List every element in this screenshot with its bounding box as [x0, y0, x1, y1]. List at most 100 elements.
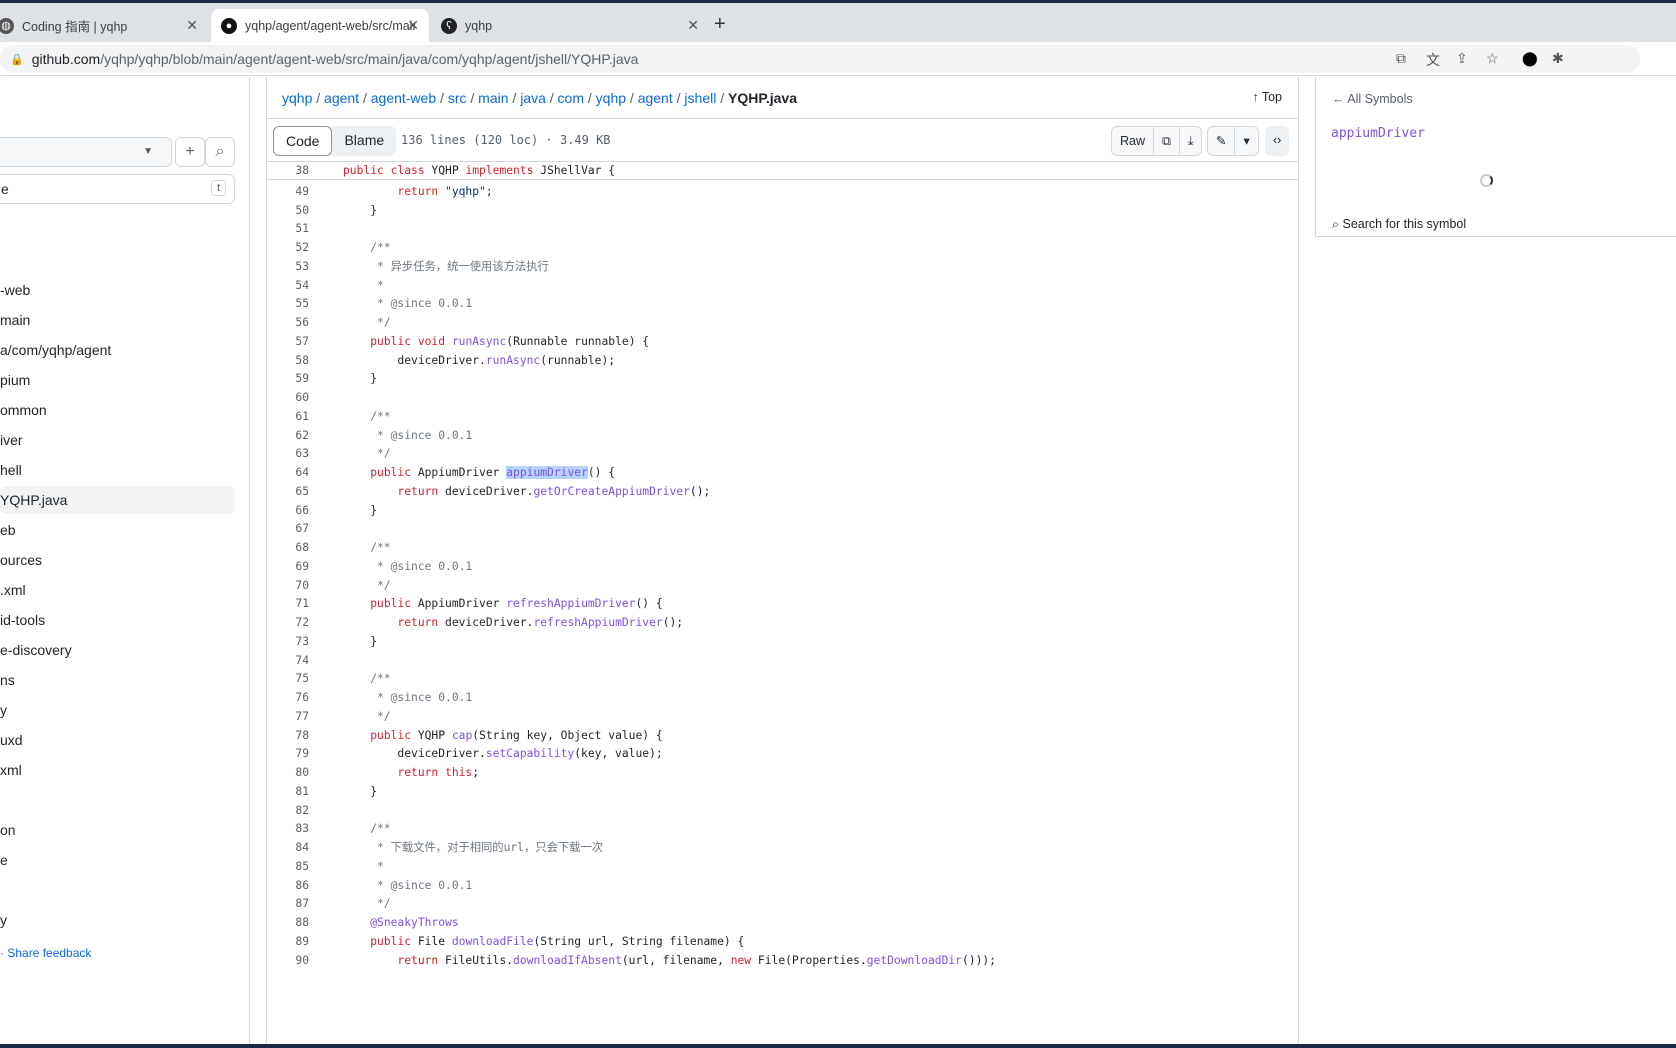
add-file-button[interactable]: +	[175, 137, 205, 167]
breadcrumb-link[interactable]: yqhp	[282, 90, 312, 106]
tree-item[interactable]: main	[0, 306, 235, 334]
close-tab-icon[interactable]: ✕	[407, 17, 419, 34]
branch-selector[interactable]: ▼	[0, 137, 172, 167]
extension-circle-icon[interactable]: ⬤	[1522, 50, 1538, 67]
line-number[interactable]: 72	[267, 614, 309, 633]
code-line[interactable]: 67	[267, 520, 1298, 539]
url-field[interactable]: 🔒 github.com/yqhp/yqhp/blob/main/agent/ag…	[0, 45, 1640, 73]
go-to-file-input[interactable]: et	[0, 174, 235, 204]
code-line[interactable]: 87 */	[267, 895, 1298, 914]
line-number[interactable]: 78	[267, 727, 309, 746]
line-number[interactable]: 49	[267, 183, 309, 202]
code-line[interactable]: 72 return deviceDriver.refreshAppiumDriv…	[267, 614, 1298, 633]
line-number[interactable]: 59	[267, 370, 309, 389]
line-number[interactable]: 87	[267, 895, 309, 914]
line-number[interactable]: 89	[267, 933, 309, 952]
code-line[interactable]: 82	[267, 802, 1298, 821]
tree-item[interactable]: y	[0, 696, 235, 724]
code-line[interactable]: 70 */	[267, 577, 1298, 596]
line-number[interactable]: 69	[267, 558, 309, 577]
code-line[interactable]: 61 /**	[267, 408, 1298, 427]
code-line[interactable]: 51	[267, 220, 1298, 239]
sticky-line[interactable]: 38 public class YQHP implements JShellVar…	[267, 161, 1298, 180]
line-number[interactable]: 76	[267, 689, 309, 708]
star-icon[interactable]: ☆	[1486, 50, 1499, 67]
breadcrumb-link[interactable]: src	[448, 90, 467, 106]
line-number[interactable]: 62	[267, 427, 309, 446]
tree-item[interactable]: ns	[0, 666, 235, 694]
line-number[interactable]: 81	[267, 783, 309, 802]
code-line[interactable]: 50 }	[267, 202, 1298, 221]
code-line[interactable]: 59 }	[267, 370, 1298, 389]
line-number[interactable]: 83	[267, 820, 309, 839]
tree-item[interactable]: uxd	[0, 726, 235, 754]
tree-item[interactable]: .xml	[0, 576, 235, 604]
breadcrumb-link[interactable]: com	[558, 90, 584, 106]
breadcrumb-link[interactable]: java	[520, 90, 546, 106]
close-tab-icon[interactable]: ✕	[186, 17, 198, 34]
code-line[interactable]: 49 return "yqhp";	[267, 183, 1298, 202]
line-number[interactable]: 53	[267, 258, 309, 277]
line-number[interactable]: 65	[267, 483, 309, 502]
tab-code[interactable]: Code	[273, 126, 333, 156]
code-line[interactable]: 53 * 异步任务，统一使用该方法执行	[267, 258, 1298, 277]
tree-item[interactable]	[0, 876, 235, 904]
code-line[interactable]: 81 }	[267, 783, 1298, 802]
code-line[interactable]: 80 return this;	[267, 764, 1298, 783]
puzzle-icon[interactable]: ✱	[1552, 50, 1564, 67]
line-number[interactable]: 56	[267, 314, 309, 333]
tree-item[interactable]: eb	[0, 516, 235, 544]
copy-icon[interactable]: ⧉	[1154, 127, 1180, 155]
line-number[interactable]: 52	[267, 239, 309, 258]
tree-item[interactable]: YQHP.java	[0, 486, 235, 514]
code-line[interactable]: 75 /**	[267, 670, 1298, 689]
code-line[interactable]: 76 * @since 0.0.1	[267, 689, 1298, 708]
line-number[interactable]: 85	[267, 858, 309, 877]
code-line[interactable]: 86 * @since 0.0.1	[267, 877, 1298, 896]
translate-icon[interactable]: 文	[1426, 50, 1440, 70]
raw-button[interactable]: Raw	[1112, 127, 1155, 155]
code-line[interactable]: 74	[267, 652, 1298, 671]
code-line[interactable]: 68 /**	[267, 539, 1298, 558]
line-number[interactable]: 80	[267, 764, 309, 783]
share-feedback-link[interactable]: · Share feedback	[0, 946, 91, 960]
code-line[interactable]: 58 deviceDriver.runAsync(runnable);	[267, 352, 1298, 371]
code-line[interactable]: 69 * @since 0.0.1	[267, 558, 1298, 577]
line-number[interactable]: 55	[267, 295, 309, 314]
browser-tab-active[interactable]: ●yqhp/agent/agent-web/src/main/java✕	[211, 9, 429, 42]
code-line[interactable]: 54 *	[267, 277, 1298, 296]
tree-item[interactable]: -web	[0, 276, 235, 304]
line-number[interactable]: 50	[267, 202, 309, 221]
search-button[interactable]: ⌕	[205, 137, 235, 167]
line-number[interactable]: 64	[267, 464, 309, 483]
breadcrumb-link[interactable]: yqhp	[596, 90, 626, 106]
code-line[interactable]: 84 * 下载文件，对于相同的url，只会下载一次	[267, 839, 1298, 858]
tree-item[interactable]: hell	[0, 456, 235, 484]
line-number[interactable]: 61	[267, 408, 309, 427]
line-number[interactable]: 75	[267, 670, 309, 689]
line-number[interactable]: 70	[267, 577, 309, 596]
line-number[interactable]: 63	[267, 445, 309, 464]
line-number[interactable]: 86	[267, 877, 309, 896]
tree-item[interactable]: id-tools	[0, 606, 235, 634]
line-number[interactable]: 73	[267, 633, 309, 652]
search-symbol-button[interactable]: ⌕ Search for this symbol	[1332, 217, 1466, 232]
line-number[interactable]: 58	[267, 352, 309, 371]
open-external-icon[interactable]: ⧉	[1396, 50, 1406, 67]
line-number[interactable]: 88	[267, 914, 309, 933]
line-number[interactable]: 57	[267, 333, 309, 352]
tree-item[interactable]: ommon	[0, 396, 235, 424]
line-number[interactable]: 90	[267, 952, 309, 971]
line-number[interactable]: 54	[267, 277, 309, 296]
code-line[interactable]: 73 }	[267, 633, 1298, 652]
breadcrumb-link[interactable]: agent-web	[371, 90, 436, 106]
caret-down-icon[interactable]: ▾	[1235, 127, 1257, 155]
code-line[interactable]: 77 */	[267, 708, 1298, 727]
line-number[interactable]: 79	[267, 745, 309, 764]
tree-item[interactable]: a/com/yqhp/agent	[0, 336, 235, 364]
code-square-icon[interactable]: ‹›	[1265, 126, 1289, 156]
breadcrumb-link[interactable]: jshell	[684, 90, 716, 106]
code-line[interactable]: 55 * @since 0.0.1	[267, 295, 1298, 314]
tree-item[interactable]: pium	[0, 366, 235, 394]
code-line[interactable]: 83 /**	[267, 820, 1298, 839]
